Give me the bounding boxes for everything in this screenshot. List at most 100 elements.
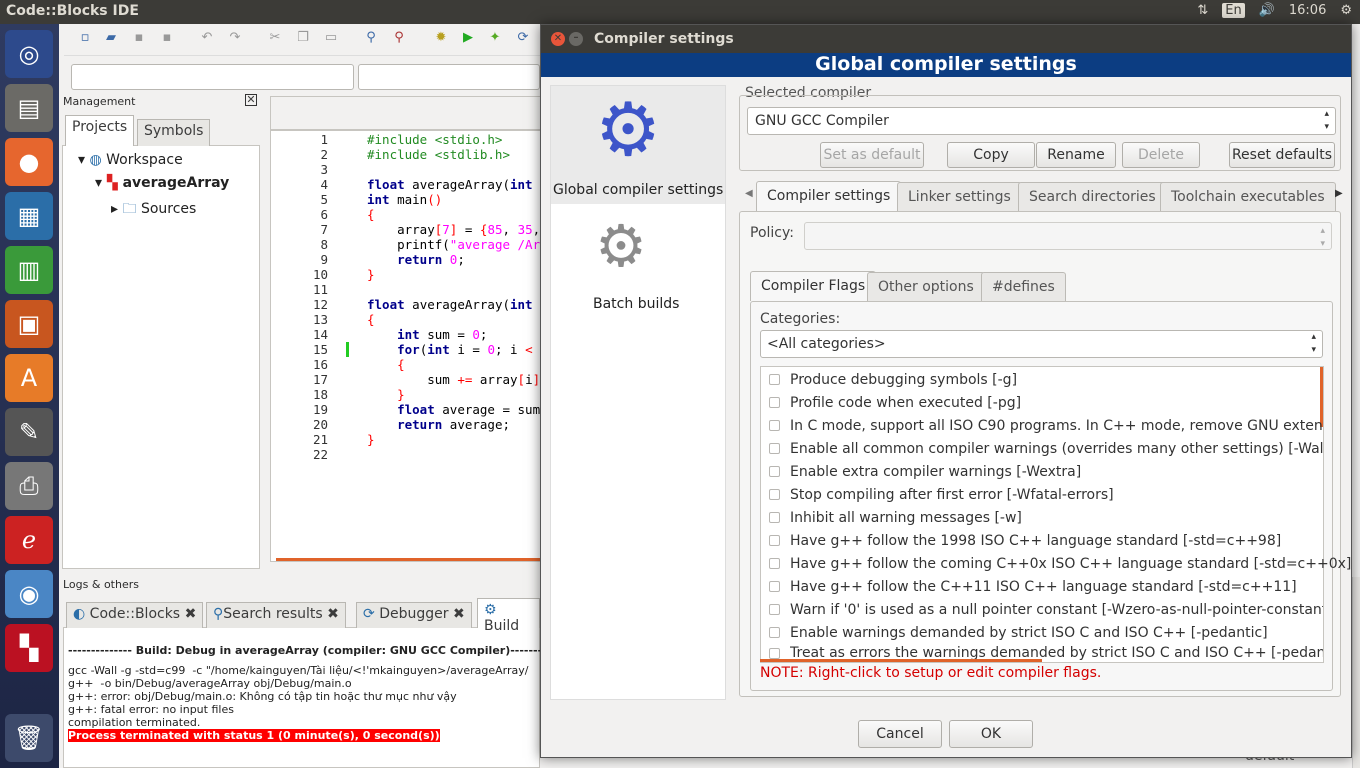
keyboard-language[interactable]: En	[1222, 3, 1245, 18]
firefox-icon[interactable]: ●	[5, 138, 53, 186]
ubuntu-icon[interactable]: ◎	[5, 30, 53, 78]
text-editor-icon[interactable]: ℯ	[5, 516, 53, 564]
open-icon[interactable]: ▰	[102, 30, 120, 48]
tab-search-results[interactable]: ⚲Search results ✖	[206, 602, 346, 628]
trash-icon[interactable]: 🗑	[5, 714, 53, 762]
cut-icon[interactable]: ✂	[266, 30, 284, 48]
policy-select[interactable]: ▴ ▾	[804, 222, 1332, 250]
flag-item[interactable]: Produce debugging symbols [-g]	[769, 368, 1017, 391]
settings-icon[interactable]: ✎	[5, 408, 53, 456]
symbol-combo[interactable]	[358, 64, 540, 90]
tab-codeblocks-log[interactable]: ◐ Code::Blocks ✖	[66, 602, 204, 628]
flag-item[interactable]: Have g++ follow the 1998 ISO C++ languag…	[769, 529, 1281, 552]
gear-icon[interactable]: ⚙	[1340, 3, 1352, 18]
tab-toolchain-executables[interactable]: Toolchain executables	[1160, 182, 1336, 212]
flag-item[interactable]: Stop compiling after first error [-Wfata…	[769, 483, 1114, 506]
chromium-icon[interactable]: ◉	[5, 570, 53, 618]
rebuild-icon[interactable]: ⟳	[514, 30, 532, 48]
checkbox[interactable]	[769, 489, 780, 500]
categories-select[interactable]: <All categories> ▴ ▾	[760, 330, 1323, 358]
minimize-icon[interactable]: –	[569, 32, 583, 46]
tab-other-options[interactable]: Other options	[867, 272, 985, 302]
copy-icon[interactable]: ❐	[294, 30, 312, 48]
build-icon[interactable]: ✹	[432, 30, 450, 48]
flag-label: Enable extra compiler warnings [-Wextra]	[790, 463, 1082, 480]
new-file-icon[interactable]: ▫	[76, 30, 94, 48]
tab-defines[interactable]: #defines	[981, 272, 1066, 302]
tab-symbols[interactable]: Symbols	[137, 119, 211, 146]
reset-defaults-button[interactable]: Reset defaults	[1229, 142, 1335, 168]
codeblocks-icon[interactable]: ▚	[5, 624, 53, 672]
tree-item-project[interactable]: ▾ ▚ averageArray	[95, 175, 229, 191]
software-center-icon[interactable]: A	[5, 354, 53, 402]
paste-icon[interactable]: ▭	[322, 30, 340, 48]
close-icon[interactable]: ✖	[185, 606, 197, 622]
flag-item[interactable]: Enable extra compiler warnings [-Wextra]	[769, 460, 1081, 483]
files-icon[interactable]: ▤	[5, 84, 53, 132]
redo-icon[interactable]: ↷	[226, 30, 244, 48]
flag-item[interactable]: Have g++ follow the coming C++0x ISO C++…	[769, 552, 1351, 575]
checkbox[interactable]	[769, 627, 780, 638]
tab-scroll-right-icon[interactable]: ▶	[1335, 188, 1343, 199]
checkbox[interactable]	[769, 647, 780, 659]
ok-button[interactable]: OK	[949, 720, 1033, 748]
flag-item[interactable]: Have g++ follow the C++11 ISO C++ langua…	[769, 575, 1297, 598]
run-icon[interactable]: ▶	[459, 30, 477, 48]
flag-item[interactable]: Profile code when executed [-pg]	[769, 391, 1021, 414]
checkbox[interactable]	[769, 374, 780, 385]
tab-debugger[interactable]: ⟳ Debugger ✖	[356, 602, 472, 628]
tab-build-log[interactable]: ⚙ Build	[477, 598, 540, 634]
copy-button[interactable]: Copy	[947, 142, 1035, 168]
writer-icon[interactable]: ▦	[5, 192, 53, 240]
impress-icon[interactable]: ▣	[5, 300, 53, 348]
close-icon[interactable]: ✕	[245, 94, 257, 106]
set-as-default-button[interactable]: Set as default	[820, 142, 924, 168]
delete-button[interactable]: Delete	[1122, 142, 1200, 168]
close-icon[interactable]: ✖	[327, 606, 339, 622]
tab-compiler-settings[interactable]: Compiler settings	[756, 181, 902, 211]
flag-item[interactable]: Enable warnings demanded by strict ISO C…	[769, 621, 1268, 644]
find-icon[interactable]: ⚲	[362, 30, 380, 48]
build-log-line: g++ -o bin/Debug/averageArray obj/Debug/…	[68, 677, 352, 690]
rename-button[interactable]: Rename	[1036, 142, 1116, 168]
build-run-icon[interactable]: ✦	[486, 30, 504, 48]
close-icon[interactable]: ✕	[551, 32, 565, 46]
tree-item-sources[interactable]: ▸ 🗀 Sources	[111, 198, 196, 222]
flag-item[interactable]: Warn if '0' is used as a null pointer co…	[769, 598, 1323, 621]
replace-icon[interactable]: ⚲	[390, 30, 408, 48]
printer-icon[interactable]: ⎙	[5, 462, 53, 510]
checkbox[interactable]	[769, 604, 780, 615]
close-icon[interactable]: ✖	[453, 606, 465, 622]
flag-item[interactable]: Inhibit all warning messages [-w]	[769, 506, 1022, 529]
calc-icon[interactable]: ▥	[5, 246, 53, 294]
tab-compiler-flags[interactable]: Compiler Flags	[750, 271, 877, 301]
tab-linker-settings[interactable]: Linker settings	[897, 182, 1022, 212]
scope-combo[interactable]	[71, 64, 354, 90]
tree-item-workspace[interactable]: ▾ ◍ Workspace	[78, 152, 183, 168]
undo-icon[interactable]: ↶	[198, 30, 216, 48]
save-all-icon[interactable]: ▪	[158, 30, 176, 48]
horizontal-scrollbar-thumb[interactable]	[760, 659, 1042, 662]
compiler-select[interactable]: GNU GCC Compiler ▴ ▾	[747, 107, 1336, 135]
flag-item[interactable]: Enable all common compiler warnings (ove…	[769, 437, 1323, 460]
tab-projects[interactable]: Projects	[65, 115, 135, 146]
checkbox[interactable]	[769, 581, 780, 592]
tab-scroll-left-icon[interactable]: ◀	[745, 188, 753, 199]
save-icon[interactable]: ▪	[130, 30, 148, 48]
category-item-global[interactable]: ⚙ Global compiler settings	[551, 86, 725, 204]
checkbox[interactable]	[769, 512, 780, 523]
checkbox[interactable]	[769, 535, 780, 546]
category-item-batch[interactable]: ⚙ Batch builds	[551, 208, 725, 318]
checkbox[interactable]	[769, 466, 780, 477]
checkbox[interactable]	[769, 397, 780, 408]
cancel-button[interactable]: Cancel	[858, 720, 942, 748]
flag-item[interactable]: In C mode, support all ISO C90 programs.…	[769, 414, 1323, 437]
checkbox[interactable]	[769, 443, 780, 454]
clock[interactable]: 16:06	[1289, 3, 1326, 18]
network-icon[interactable]: ⇅	[1197, 3, 1208, 18]
project-icon: ▚	[106, 175, 118, 191]
volume-icon[interactable]: 🔊	[1259, 3, 1275, 18]
checkbox[interactable]	[769, 420, 780, 431]
tab-search-directories[interactable]: Search directories	[1018, 182, 1167, 212]
checkbox[interactable]	[769, 558, 780, 569]
